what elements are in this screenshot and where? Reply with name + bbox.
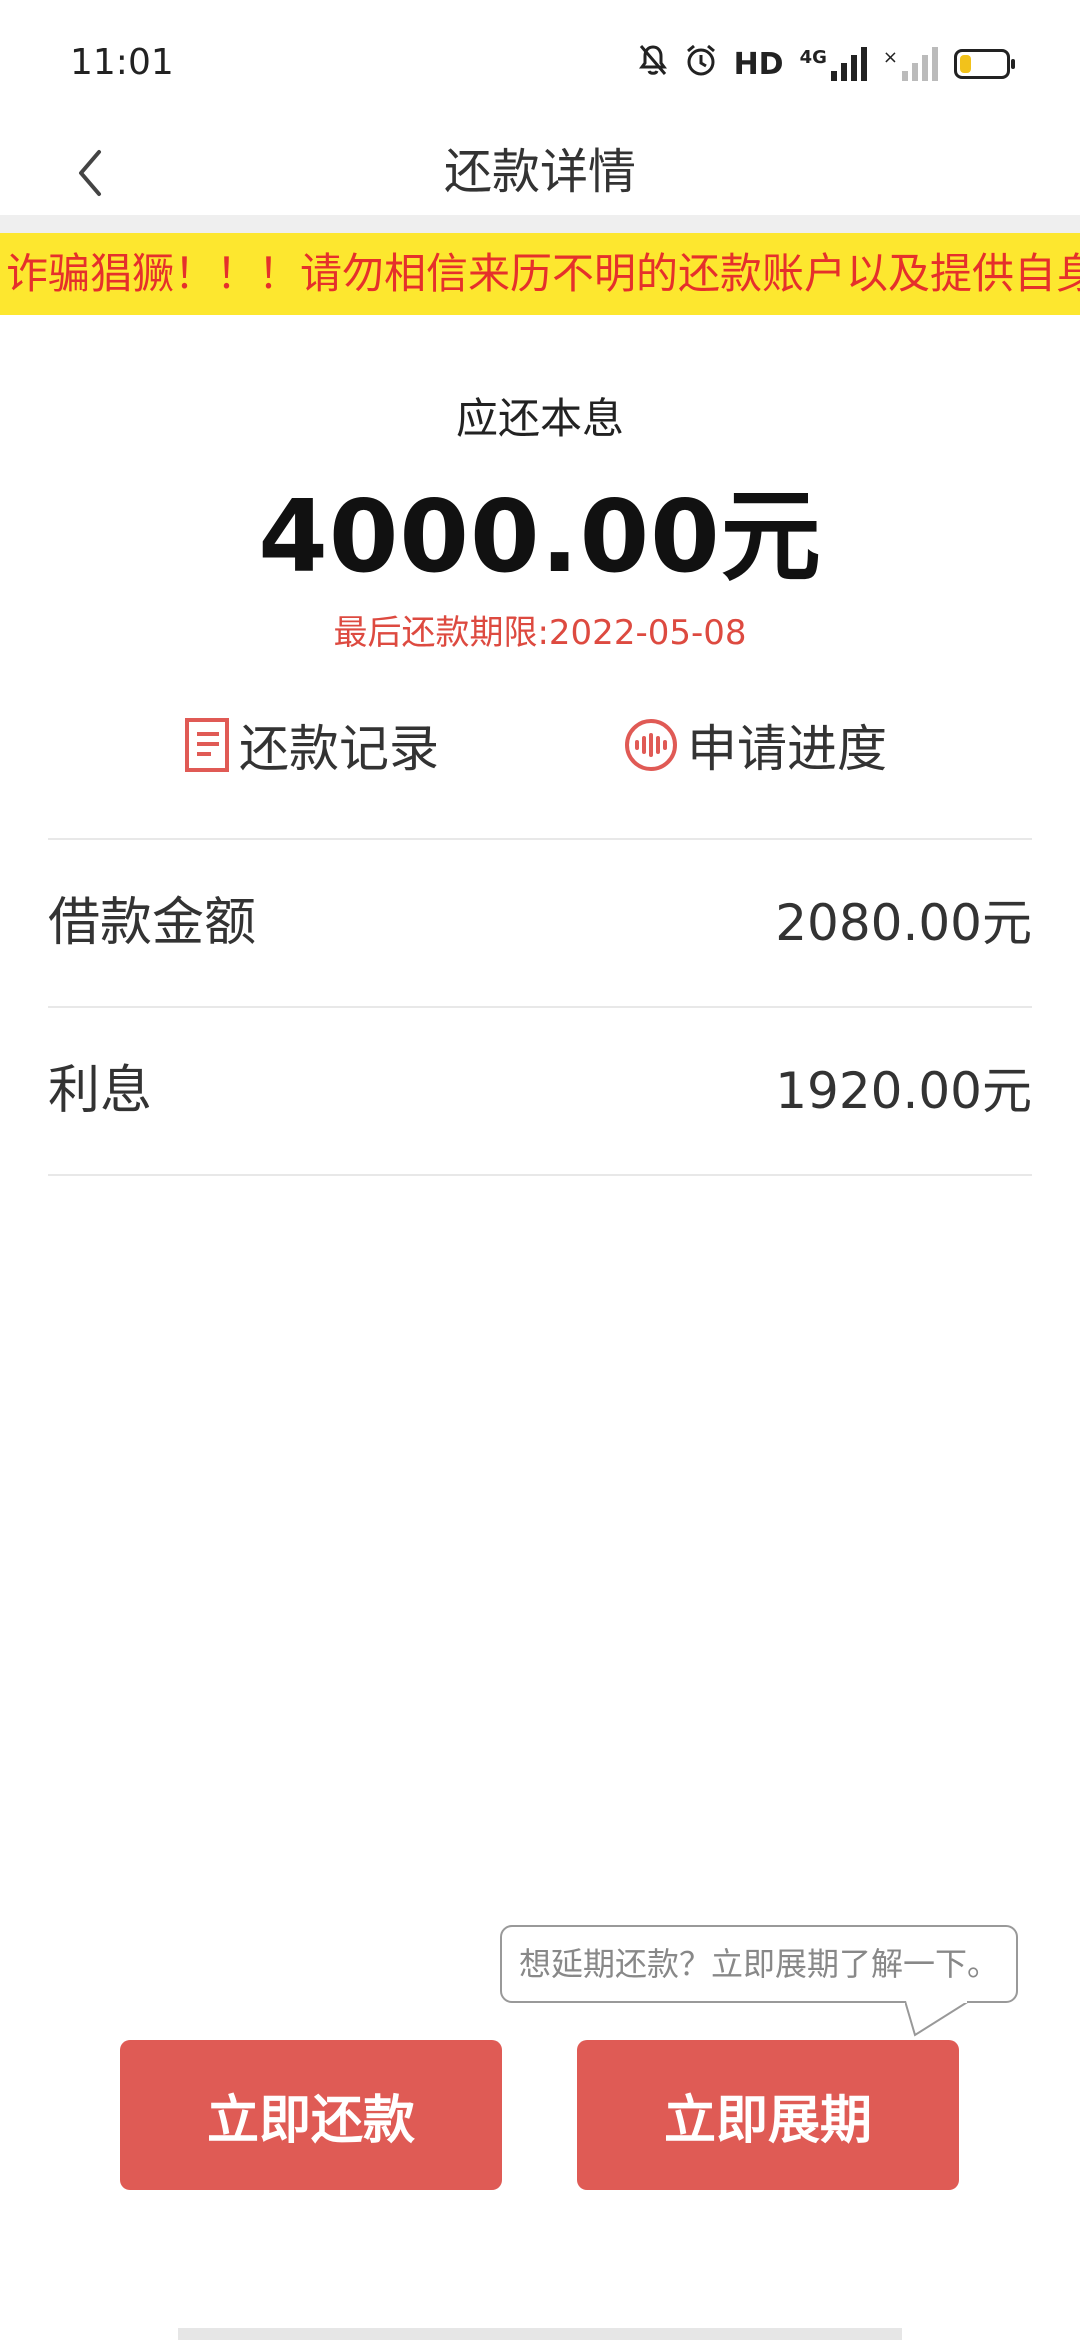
status-bar: 11:01 HD 4G ×: [0, 0, 1080, 130]
home-indicator[interactable]: [178, 2328, 902, 2340]
divider: [48, 1174, 1032, 1176]
status-icons: HD 4G ×: [638, 43, 1015, 85]
loan-amount-value: 2080.00元: [775, 894, 1032, 952]
voice-wave-icon: [625, 719, 677, 771]
chevron-left-icon: [79, 149, 101, 196]
interest-row: 利息 1920.00元: [48, 1008, 1032, 1174]
nav-bar: 还款详情: [0, 130, 1080, 215]
extension-tooltip-text: 想延期还款？立即展期了解一下。: [518, 1945, 999, 1983]
bell-off-icon: [638, 43, 668, 85]
loan-amount-label: 借款金额: [48, 893, 257, 953]
loan-amount-row: 借款金额 2080.00元: [48, 840, 1032, 1006]
document-icon: [185, 718, 229, 772]
signal-4g-icon: 4G: [800, 47, 867, 81]
battery-level: [960, 55, 971, 73]
interest-label: 利息: [48, 1061, 153, 1121]
warning-marquee: 诈骗猖獗！！！请勿相信来历不明的还款账户以及提供自身: [0, 233, 1080, 315]
repayment-deadline: 最后还款期限:2022-05-08: [333, 613, 747, 653]
page-title: 还款详情: [443, 144, 636, 200]
application-progress-label: 申请进度: [687, 720, 887, 778]
interest-value: 1920.00元: [775, 1062, 1032, 1120]
quick-links: 还款记录 申请进度: [0, 700, 1080, 790]
signal-bars: [830, 47, 867, 81]
amount-due-value: 4000.00元: [258, 478, 822, 595]
network-label: 4G: [799, 47, 827, 68]
battery-icon: [954, 49, 1015, 79]
repay-now-button[interactable]: 立即还款: [120, 2040, 502, 2190]
hd-icon: HD: [733, 46, 784, 82]
application-progress-link[interactable]: 申请进度: [625, 700, 887, 790]
repayment-records-link[interactable]: 还款记录: [185, 700, 439, 790]
extension-tooltip: 想延期还款？立即展期了解一下。: [500, 1925, 1018, 2003]
section-divider: [0, 215, 1080, 233]
status-time: 11:01: [70, 42, 174, 83]
amount-due-label: 应还本息: [455, 394, 624, 443]
signal-no-sim-icon: ×: [883, 47, 938, 81]
tooltip-tail: [905, 2001, 970, 2037]
alarm-icon: [684, 43, 718, 85]
back-button[interactable]: [50, 130, 130, 215]
warning-text: 诈骗猖獗！！！请勿相信来历不明的还款账户以及提供自身: [6, 249, 1080, 298]
repayment-records-label: 还款记录: [239, 720, 439, 778]
signal-bars-empty: [902, 47, 938, 81]
extend-now-button[interactable]: 立即展期: [577, 2040, 959, 2190]
